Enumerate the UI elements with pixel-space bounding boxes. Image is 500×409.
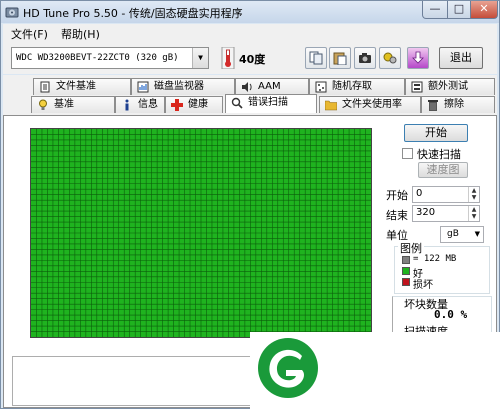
tab-random-access[interactable]: 随机存取 (309, 78, 405, 95)
watermark-logo-icon (258, 338, 318, 398)
spinner-arrows-icon[interactable]: ▲ ▼ (468, 206, 479, 221)
download-button[interactable] (407, 47, 429, 69)
bad-blocks-value: 0.0 % (434, 308, 468, 321)
copy-button[interactable] (305, 47, 327, 69)
tab-label: 擦除 (444, 99, 464, 110)
tab-benchmark[interactable]: 基准 (31, 96, 115, 113)
speaker-icon (242, 82, 252, 92)
copy-icon (309, 51, 323, 65)
benchmark-icon (39, 99, 47, 110)
start-value: 0 (416, 188, 423, 199)
menu-bar: 文件(F) 帮助(H) (3, 24, 497, 42)
tab-bar: 文件基准 磁盘监视器 AAM 随机存取 额外测试 基准 信息 健康 错误扫描 文… (3, 75, 497, 117)
tab-label: 磁盘监视器 (154, 81, 204, 92)
tab-health[interactable]: 健康 (165, 96, 223, 113)
end-label: 结束 (386, 209, 408, 222)
block-map-grid (31, 129, 371, 337)
tab-label: 健康 (188, 99, 208, 110)
tab-label: 随机存取 (332, 81, 372, 92)
info-icon (125, 99, 129, 111)
health-icon (171, 99, 183, 111)
legend-swatch-block-size (402, 256, 410, 264)
disk-monitor-icon (137, 81, 149, 93)
paste-icon (333, 52, 347, 65)
start-scan-button[interactable]: 开始 (404, 124, 468, 142)
maximize-button[interactable]: □ (447, 1, 471, 19)
menu-file[interactable]: 文件(F) (11, 26, 48, 42)
drive-select[interactable]: WDC WD3200BEVT-22ZCT0 (320 gB) ▼ (11, 47, 209, 69)
tab-folder-usage[interactable]: 文件夹使用率 (319, 96, 421, 113)
tab-label: 错误扫描 (248, 97, 288, 108)
paste-button[interactable] (329, 47, 351, 69)
end-spinner[interactable]: 320 ▲ ▼ (412, 205, 480, 222)
speed-map-button[interactable]: 速度图 (418, 162, 468, 178)
tab-info[interactable]: 信息 (115, 96, 165, 113)
screenshot-button[interactable] (354, 47, 376, 69)
close-button[interactable]: ✕ (470, 1, 498, 19)
tab-file-benchmark[interactable]: 文件基准 (33, 78, 131, 95)
watermark-logo (250, 332, 500, 409)
unit-value: gB (447, 229, 459, 239)
thermometer-icon (221, 47, 235, 69)
error-scan-icon (231, 97, 243, 109)
drive-select-value: WDC WD3200BEVT-22ZCT0 (320 gB) (16, 53, 179, 63)
legend-swatch-good (402, 267, 410, 275)
tab-erase[interactable]: 擦除 (421, 96, 495, 113)
erase-icon (428, 100, 438, 111)
tab-label: AAM (258, 81, 281, 92)
start-spinner[interactable]: 0 ▲ ▼ (412, 186, 480, 203)
tab-disk-monitor[interactable]: 磁盘监视器 (131, 78, 235, 95)
menu-help[interactable]: 帮助(H) (61, 26, 100, 42)
random-access-icon (315, 81, 327, 93)
tab-label: 基准 (54, 99, 74, 110)
folder-icon (325, 100, 337, 111)
camera-icon (359, 53, 371, 63)
legend-damaged: 损坏 (413, 280, 433, 291)
tab-error-scan[interactable]: 错误扫描 (225, 94, 317, 113)
extra-tests-icon (411, 81, 423, 93)
download-icon (412, 51, 424, 64)
tab-label: 文件基准 (56, 81, 96, 92)
hd-tune-app-icon (5, 7, 19, 18)
quick-scan-checkbox[interactable] (402, 148, 413, 159)
spinner-arrows-icon[interactable]: ▲ ▼ (468, 187, 479, 202)
block-map (30, 128, 372, 338)
temperature-readout: 40度 (239, 53, 266, 66)
file-benchmark-icon (40, 81, 50, 93)
exit-button[interactable]: 退出 (439, 47, 483, 69)
options-icon (383, 52, 397, 64)
tab-label: 额外测试 (428, 81, 468, 92)
unit-select[interactable]: gB ▼ (440, 226, 484, 243)
quick-scan-label: 快速扫描 (417, 148, 461, 161)
toolbar: WDC WD3200BEVT-22ZCT0 (320 gB) ▼ 40度 退出 (3, 42, 497, 74)
tab-aam[interactable]: AAM (235, 78, 309, 95)
minimize-button[interactable]: — (422, 1, 448, 19)
options-button[interactable] (379, 47, 401, 69)
end-value: 320 (416, 207, 436, 218)
title-bar[interactable]: HD Tune Pro 5.50 - 传统/固态硬盘实用程序 — □ ✕ (1, 1, 499, 23)
chevron-down-icon[interactable]: ▼ (192, 48, 208, 68)
start-label: 开始 (386, 189, 408, 202)
tab-label: 信息 (138, 99, 158, 110)
legend-swatch-damaged (402, 278, 410, 286)
tab-label: 文件夹使用率 (342, 99, 402, 110)
legend-block-size: = 122 MB (413, 254, 457, 264)
chevron-down-icon: ▼ (474, 230, 480, 238)
window-title: HD Tune Pro 5.50 - 传统/固态硬盘实用程序 (23, 7, 243, 20)
tab-extra-tests[interactable]: 额外测试 (405, 78, 495, 95)
